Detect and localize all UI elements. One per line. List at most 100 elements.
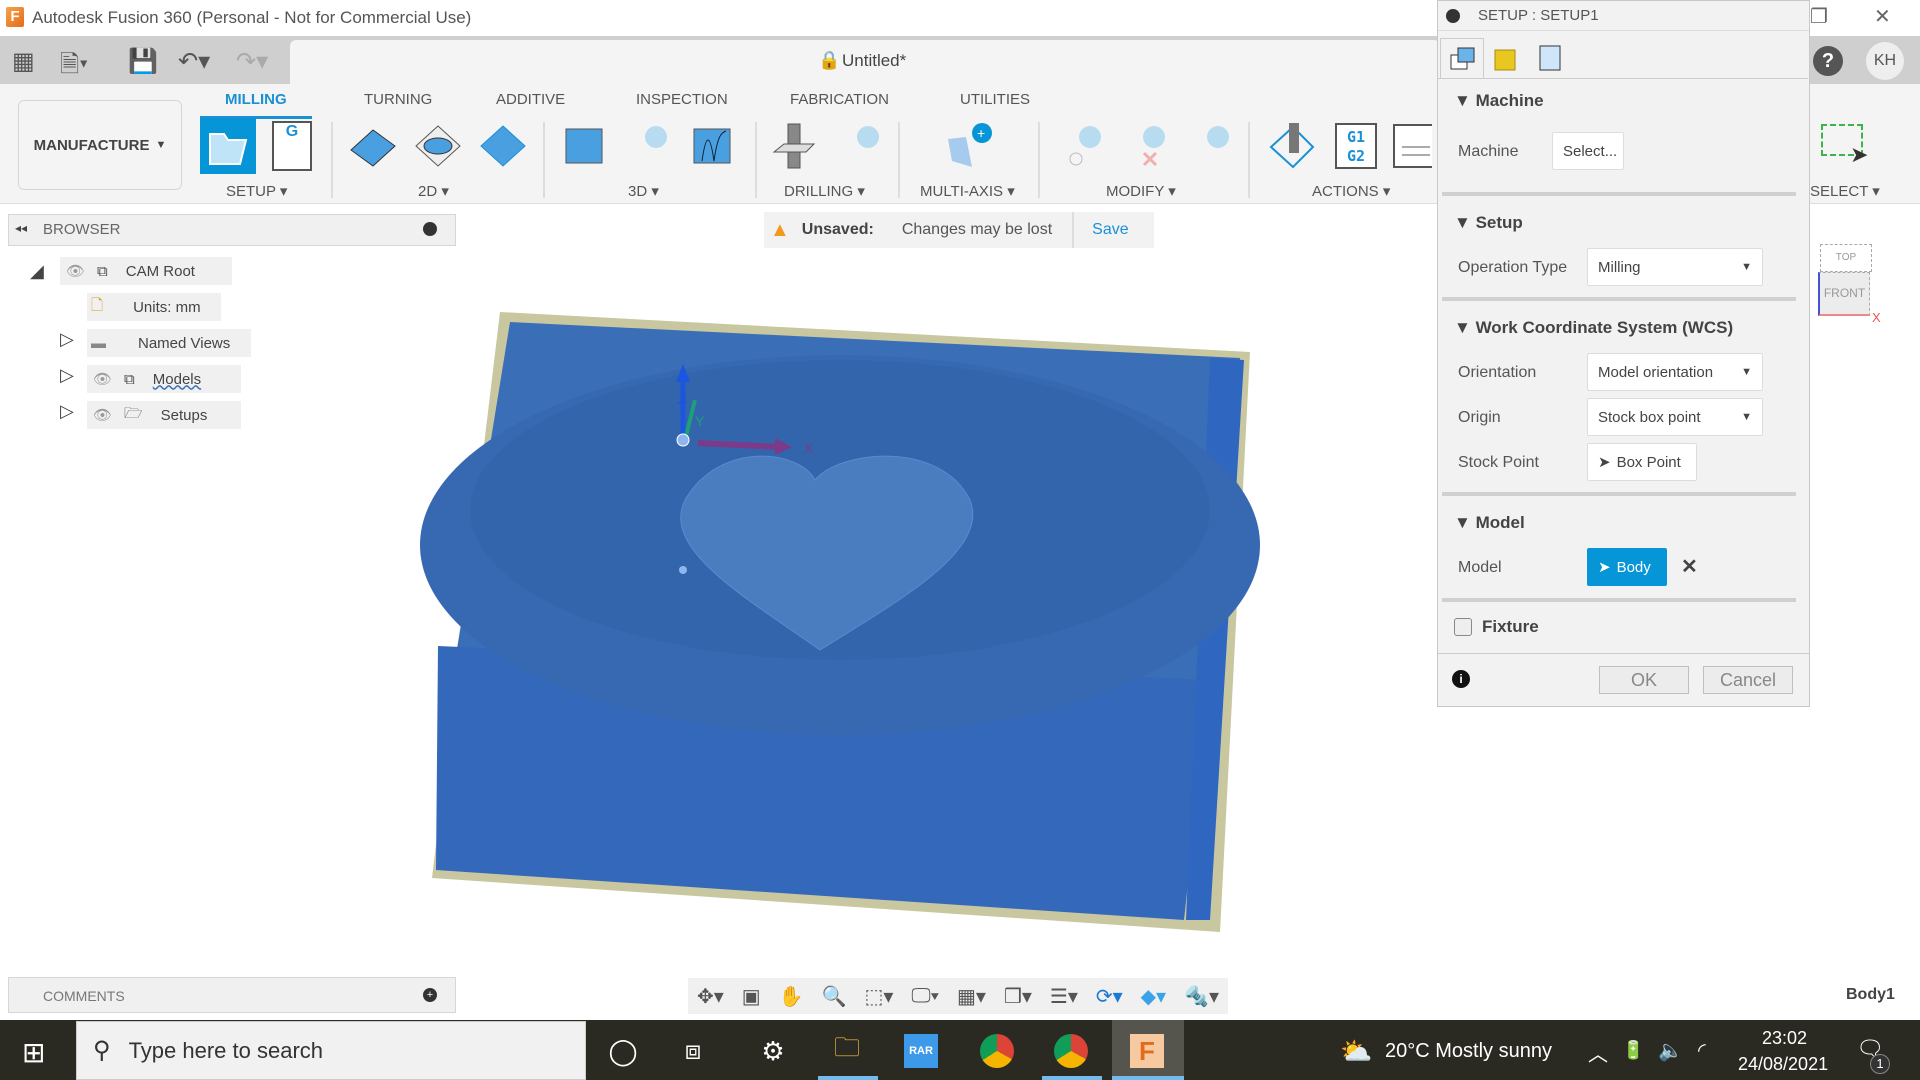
taskbar-search[interactable]: ⚲ Type here to search [76,1021,586,1080]
tab-milling[interactable]: MILLING [225,91,287,108]
group-modify[interactable]: MODIFY ▾ [1106,182,1176,200]
tab-inspection[interactable]: INSPECTION [636,91,728,108]
clock-time[interactable]: 23:02 [1762,1028,1807,1049]
comments-panel[interactable]: COMMENTS + [8,977,456,1013]
windows-start-icon[interactable]: ⊞ [22,1036,45,1069]
3d-steep-button[interactable] [684,118,740,174]
save-icon[interactable]: 💾 [128,47,158,76]
tab-fabrication[interactable]: FABRICATION [790,91,889,108]
2d-pocket-button[interactable] [410,118,466,174]
grid-icon[interactable]: ▦▾ [957,984,986,1009]
machine-select-button[interactable]: Select... [1552,132,1624,170]
group-setup[interactable]: SETUP ▾ [226,182,287,200]
clear-selection-icon[interactable]: ✕ [1681,554,1698,579]
model-body-selector[interactable]: ➤ Body [1587,548,1667,586]
info-icon[interactable]: i [1452,670,1470,688]
eye-icon[interactable]: 👁 [66,262,85,280]
eye-icon[interactable]: 👁 [93,406,112,424]
fusion-taskbar-icon[interactable]: F [1130,1034,1164,1068]
close-icon[interactable]: ✕ [1874,4,1891,29]
clock-date[interactable]: 24/08/2021 [1738,1054,1828,1075]
restore-icon[interactable]: ❐ [1810,4,1828,29]
file-menu-icon[interactable]: 🗎▾ [60,47,88,88]
expand-triangle-icon[interactable]: ▷ [60,365,74,386]
chrome-icon-2[interactable] [1054,1034,1088,1068]
pan-hand-icon[interactable]: ✋ [779,984,804,1009]
tree-item-cam-root[interactable]: 👁 ⧉ CAM Root [60,257,232,285]
section-setup[interactable]: ▼ Setup [1454,213,1523,233]
group-select[interactable]: SELECT ▾ [1810,182,1880,200]
view-cube-top[interactable]: TOP [1820,244,1872,272]
group-drilling[interactable]: DRILLING ▾ [784,182,865,200]
browser-header[interactable]: ◂◂ BROWSER [8,214,456,246]
3d-addin-button[interactable] [620,118,676,174]
view-cube[interactable]: TOP FRONT X [1818,244,1881,325]
simulate-button[interactable] [1264,118,1320,174]
stock-point-selector[interactable]: ➤ Box Point [1587,443,1697,481]
zoom-icon[interactable]: 🔍 [822,984,847,1009]
dialog-header[interactable]: SETUP : SETUP1 [1438,1,1809,31]
group-multi-axis[interactable]: MULTI-AXIS ▾ [920,182,1015,200]
section-machine[interactable]: ▼ Machine [1454,91,1544,111]
collapse-triangle-icon[interactable]: ◢ [30,261,44,282]
operation-type-dropdown[interactable]: Milling ▼ [1587,248,1763,286]
tab-setup[interactable] [1440,38,1484,78]
trim-toolpath-button[interactable] [1054,118,1110,174]
fit-icon[interactable]: ⬚▾ [864,984,893,1009]
group-actions[interactable]: ACTIONS ▾ [1312,182,1390,200]
add-comment-icon[interactable]: + [423,988,437,1002]
tab-turning[interactable]: TURNING [364,91,432,108]
expand-triangle-icon[interactable]: ▷ [60,401,74,422]
tree-item-units[interactable]: 🗋 Units: mm [87,293,221,321]
settings-gear-icon[interactable]: ⚙ [756,1034,790,1068]
drill-button[interactable] [766,118,822,174]
origin-point[interactable] [676,433,690,447]
expand-triangle-icon[interactable]: ▷ [60,329,74,350]
cancel-button[interactable]: Cancel [1703,666,1793,694]
weather-icon[interactable]: ⛅ [1340,1036,1372,1067]
user-avatar[interactable]: KH [1866,42,1904,80]
tab-post-process[interactable] [1528,38,1572,78]
group-3d[interactable]: 3D ▾ [628,182,659,200]
post-process-button[interactable]: G1 G2 [1328,118,1384,174]
tab-additive[interactable]: ADDITIVE [496,91,565,108]
new-setup-button[interactable] [200,118,256,174]
tool-display-icon[interactable]: 🔩▾ [1184,984,1219,1009]
undo-icon[interactable]: ↶▾ [178,47,210,76]
stock-display-icon[interactable]: ◆▾ [1141,984,1166,1009]
battery-icon[interactable]: 🔋 [1622,1040,1644,1061]
view-cube-front[interactable]: FRONT [1818,272,1870,316]
eye-icon[interactable]: 👁 [93,370,112,388]
orientation-dropdown[interactable]: Model orientation ▼ [1587,353,1763,391]
orbit-icon[interactable]: ✥▾ [697,984,724,1009]
volume-icon[interactable]: 🔈 [1658,1038,1683,1063]
3d-adaptive-button[interactable] [556,118,612,174]
look-at-icon[interactable]: ▣ [742,984,761,1009]
redo-icon[interactable]: ↷▾ [236,47,268,76]
refresh-icon[interactable]: ⟳▾ [1096,984,1123,1009]
tree-item-named-views[interactable]: ▬ Named Views [87,329,251,357]
viewports-icon[interactable]: ❒▾ [1004,984,1032,1009]
task-view-icon[interactable]: ⧈ [676,1034,710,1068]
model-viewport[interactable]: Z Y X [420,300,1260,940]
minimize-dialog-icon[interactable] [1446,8,1460,23]
move-tool-button[interactable] [1182,118,1238,174]
origin-dropdown[interactable]: Stock box point ▼ [1587,398,1763,436]
file-explorer-icon[interactable]: 🗀 [830,1032,864,1068]
collapse-browser-icon[interactable]: ◂◂ [15,221,27,235]
face-button[interactable] [475,118,531,174]
tree-item-models[interactable]: 👁 ⧉ Models [87,365,241,393]
show-hidden-icons[interactable]: ︿ [1588,1038,1608,1067]
tab-stock[interactable] [1484,38,1528,78]
ok-button[interactable]: OK [1599,666,1689,694]
multi-axis-button[interactable]: + [940,118,996,174]
help-icon[interactable]: ? [1813,46,1843,76]
app-grid-icon[interactable]: ▦ [12,47,35,76]
weather-text[interactable]: 20°C Mostly sunny [1385,1040,1552,1063]
section-model[interactable]: ▼ Model [1454,513,1525,533]
workspace-switcher[interactable]: MANUFACTURE ▼ [18,100,182,190]
2d-adaptive-button[interactable] [345,118,401,174]
nc-program-button[interactable]: G [264,118,320,174]
minimize-browser-icon[interactable] [423,222,437,236]
save-link[interactable]: Save [1092,221,1128,239]
